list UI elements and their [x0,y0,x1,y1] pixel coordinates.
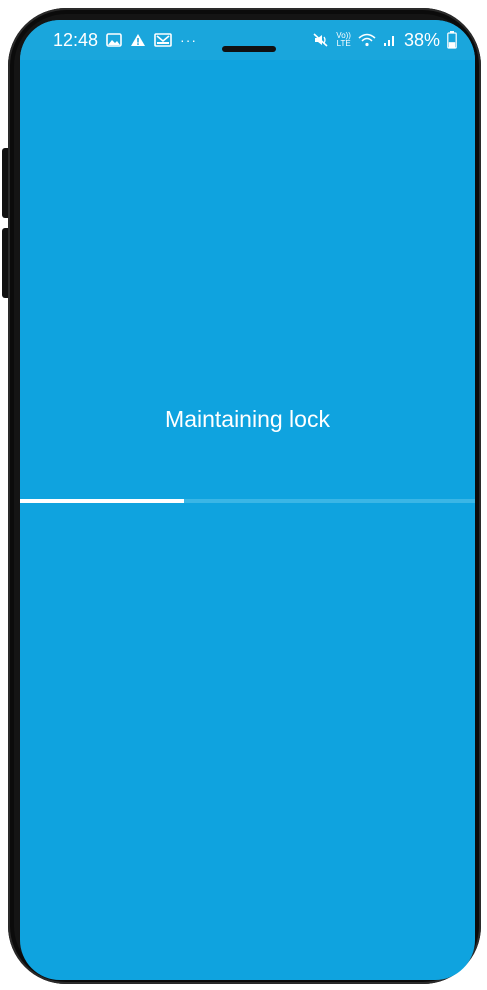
status-bar: 12:48 ··· Vo)) LTE 38% [20,20,475,60]
battery-fill [448,42,456,48]
volume-up-button [2,148,8,218]
more-dots-icon: ··· [180,32,198,48]
wifi-icon [358,33,376,47]
status-left: 12:48 ··· [53,28,197,52]
progress-bar [20,499,475,503]
loading-message: Maintaining lock [165,406,330,432]
earpiece [222,46,276,52]
battery-icon [447,31,457,49]
signal-icon [383,33,397,47]
volume-down-button [2,228,8,298]
app-screen: 12:48 ··· Vo)) LTE 38% Maintaining lock [20,20,475,980]
alert-icon [130,33,146,47]
volte-icon: Vo)) LTE [336,32,351,48]
status-right: Vo)) LTE 38% [313,28,457,52]
volte-label-bottom: LTE [336,39,351,48]
gallery-icon [106,33,122,47]
progress-fill [20,499,184,503]
status-time: 12:48 [53,29,99,50]
mute-icon [313,33,329,47]
mail-icon [154,33,172,47]
battery-percent: 38% [403,29,440,50]
